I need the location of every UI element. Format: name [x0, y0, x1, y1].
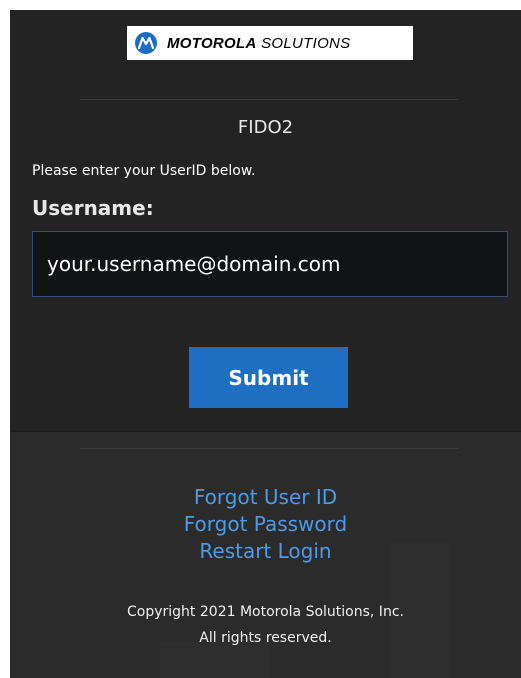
help-links: Forgot User ID Forgot Password Restart L… [10, 484, 521, 565]
forgot-user-id-link[interactable]: Forgot User ID [10, 484, 521, 511]
restart-login-link[interactable]: Restart Login [10, 538, 521, 565]
submit-button[interactable]: Submit [189, 347, 348, 408]
forgot-password-link[interactable]: Forgot Password [10, 511, 521, 538]
logo-brand: MOTOROLA [167, 34, 257, 52]
logo-suffix: SOLUTIONS [261, 34, 351, 52]
page-title: FIDO2 [237, 117, 294, 138]
rights-text: All rights reserved. [199, 630, 332, 646]
top-divider [80, 99, 458, 100]
logo-text: MOTOROLA SOLUTIONS [167, 35, 350, 52]
bottom-divider [80, 448, 458, 449]
company-logo: MOTOROLA SOLUTIONS [127, 26, 413, 60]
instructions-text: Please enter your UserID below. [32, 163, 256, 179]
username-input[interactable] [32, 231, 508, 297]
copyright-footer: Copyright 2021 Motorola Solutions, Inc. … [10, 599, 521, 651]
motorola-m-icon [135, 32, 157, 54]
login-panel: MOTOROLA SOLUTIONS FIDO2 Please enter yo… [10, 10, 521, 678]
username-label: Username: [32, 196, 154, 220]
copyright-text: Copyright 2021 Motorola Solutions, Inc. [127, 604, 404, 620]
